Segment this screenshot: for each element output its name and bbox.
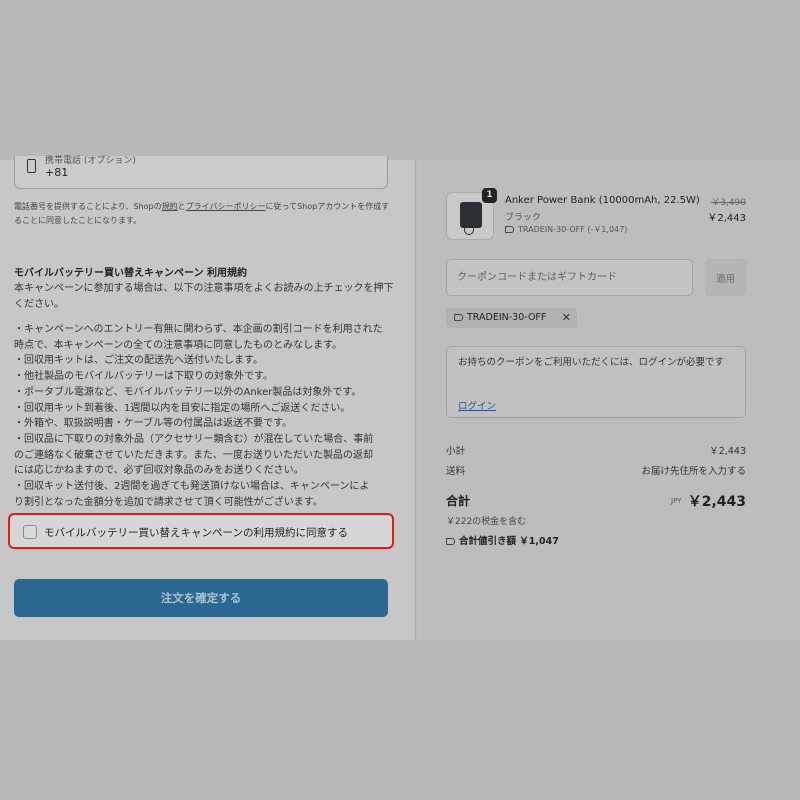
- terms-line: ・キャンペーンへのエントリー有無に関わらず、本企画の割引コードを利用された: [14, 324, 383, 335]
- tax-note: ￥222の税金を含む: [446, 517, 527, 527]
- terms-line: り割引となった金額分を追加で請求させて頂く可能性がございます。: [14, 496, 323, 508]
- notice-text-start: 電話番号を提供することにより、Shopの: [14, 202, 162, 211]
- agree-terms-row[interactable]: モバイルバッテリー買い替えキャンペーンの利用規約に同意する: [8, 513, 394, 549]
- order-summary-panel: 1 Anker Power Bank (10000mAh, 22.5W) ブラッ…: [417, 160, 800, 640]
- terms-line: ・外箱や、取扱説明書・ケーブル等の付属品は返送不要です。: [14, 418, 293, 430]
- applied-code-text: TRADEIN-30-OFF: [467, 312, 547, 323]
- product-discount-text: TRADEIN-30-OFF (-￥1,047): [518, 225, 628, 234]
- shipping-label: 送料: [446, 466, 466, 477]
- agree-terms-label[interactable]: モバイルバッテリー買い替えキャンペーンの利用規約に同意する: [44, 525, 348, 540]
- total-savings: 合計値引き額 ￥1,047: [446, 533, 559, 547]
- shop-account-notice: 電話番号を提供することにより、Shopの規約とプライバシーポリシーに従ってSho…: [14, 200, 394, 228]
- power-bank-image: [460, 202, 482, 228]
- terms-line: ・他社製品のモバイルバッテリーは下取りの対象外です。: [14, 371, 273, 383]
- terms-line: ・回収用キットは、ご注文の配送先へ送付いたします。: [14, 355, 263, 367]
- terms-line: ・ポータブル電源など、モバイルバッテリー以外のAnker製品は対象外です。: [14, 386, 362, 398]
- terms-line: ・回収キット送付後、2週間を過ぎても発送頂けない場合は、キャンペーンによ: [14, 481, 370, 493]
- campaign-terms-title: モバイルバッテリー買い替えキャンペーン 利用規約: [14, 268, 247, 279]
- product-variant: ブラック: [505, 213, 542, 223]
- phone-icon: [27, 159, 36, 173]
- shipping-value: お届け先住所を入力する: [641, 466, 746, 477]
- login-link[interactable]: ログイン: [458, 398, 496, 412]
- phone-field[interactable]: 携帯電話 (オプション) +81: [14, 156, 388, 189]
- terms-link[interactable]: 規約: [162, 202, 178, 211]
- applied-code-chip: TRADEIN-30-OFF ✕: [446, 308, 577, 328]
- campaign-terms-list: ・キャンペーンへのエントリー有無に関わらず、本企画の割引コードを利用された 時点…: [14, 322, 402, 510]
- power-bank-cable: [464, 226, 474, 235]
- campaign-intro: 本キャンペーンに参加する場合は、以下の注意事項をよくお読みの上チェックを押下くだ…: [14, 283, 394, 310]
- terms-line: のご連絡なく破棄させていただきます。また、一度お送りいただいた製品の返却: [14, 449, 373, 461]
- privacy-policy-link[interactable]: プライバシーポリシー: [186, 202, 266, 211]
- product-name: Anker Power Bank (10000mAh, 22.5W): [505, 195, 700, 206]
- tag-icon: [505, 226, 514, 233]
- tag-icon: [454, 314, 463, 321]
- subtotal-label: 小計: [446, 446, 466, 457]
- discounted-price: ￥2,443: [707, 213, 746, 224]
- notice-text-mid: と: [177, 202, 186, 211]
- total-value: ￥2,443: [687, 494, 746, 510]
- login-notice-text: お持ちのクーポンをご利用いただくには、ログインが必要です: [458, 357, 725, 368]
- tag-icon: [446, 538, 455, 545]
- total-currency: JPY: [671, 497, 682, 505]
- agree-terms-checkbox[interactable]: [23, 525, 37, 539]
- quantity-badge: 1: [482, 188, 497, 203]
- login-notice-box: お持ちのクーポンをご利用いただくには、ログインが必要です ログイン: [446, 346, 746, 418]
- terms-line: ・回収用キット到着後、1週間以内を目安に指定の場所へご返送ください。: [14, 402, 351, 414]
- subtotal-row: 小計 ￥2,443: [446, 443, 746, 457]
- phone-field-label: 携帯電話 (オプション): [45, 156, 136, 166]
- close-icon[interactable]: ✕: [562, 308, 571, 328]
- terms-line: 時点で、本キャンペーンの全ての注意事項に同意したものとみなします。: [14, 339, 343, 351]
- total-savings-text: 合計値引き額 ￥1,047: [459, 536, 559, 547]
- confirm-order-button[interactable]: 注文を確定する: [14, 579, 388, 617]
- shipping-row: 送料 お届け先住所を入力する: [446, 463, 746, 477]
- subtotal-value: ￥2,443: [709, 446, 746, 457]
- terms-line: ・回収品に下取りの対象外品（アクセサリー類含む）が混在していた場合、事前: [14, 433, 374, 445]
- apply-coupon-button[interactable]: 適用: [705, 259, 746, 296]
- checkout-form-panel: 携帯電話 (オプション) +81 電話番号を提供することにより、Shopの規約と…: [0, 156, 416, 640]
- phone-field-value[interactable]: +81: [45, 166, 68, 179]
- original-price: ￥3,490: [711, 198, 746, 208]
- coupon-input[interactable]: [446, 259, 693, 296]
- total-label: 合計: [446, 494, 471, 508]
- terms-line: には応じかねますので、必ず回収対象品のみをお送りください。: [14, 465, 304, 477]
- product-discount: TRADEIN-30-OFF (-￥1,047): [505, 224, 627, 235]
